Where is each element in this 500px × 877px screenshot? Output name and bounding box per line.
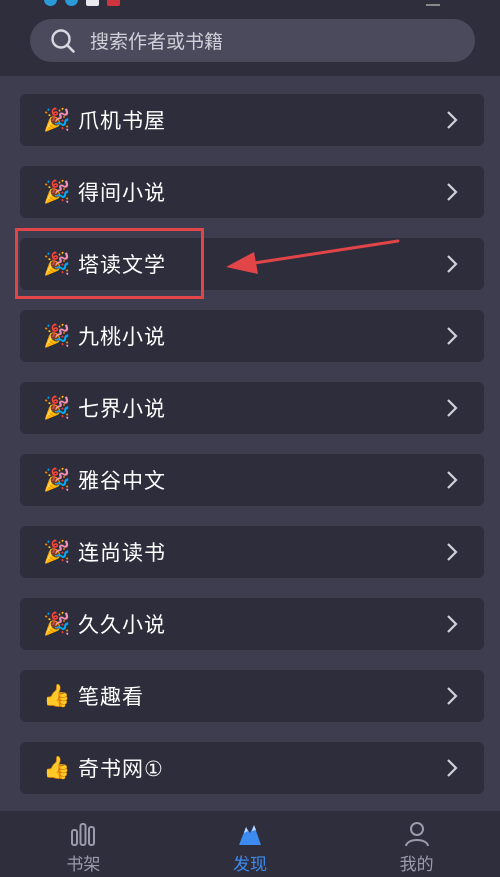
status-icon [86,0,99,6]
chevron-right-icon [447,399,458,417]
thumbs-up-icon: 👍 [43,755,71,781]
chevron-right-icon [447,543,458,561]
bookshelf-icon [71,823,96,846]
nav-label: 发现 [233,855,267,875]
source-item[interactable]: 🎉 久久小说 [20,598,484,650]
source-label: 九桃小说 [78,325,166,349]
party-popper-icon: 🎉 [43,611,71,637]
party-popper-icon: 🎉 [43,539,71,565]
source-label: 奇书网① [78,757,164,781]
chevron-right-icon [447,255,458,273]
party-popper-icon: 🎉 [43,467,71,493]
bottom-nav: 书架 发现 我的 [0,811,500,877]
party-popper-icon: 🎉 [43,395,71,421]
status-icon [107,0,120,6]
source-item[interactable]: 🎉 得间小说 [20,166,484,218]
party-popper-icon: 🎉 [43,323,71,349]
nav-bookshelf[interactable]: 书架 [0,811,167,877]
source-label: 连尚读书 [78,541,166,565]
chevron-right-icon [447,471,458,489]
source-item[interactable]: 👍 笔趣看 [20,670,484,722]
chevron-right-icon [447,111,458,129]
status-indicator [426,0,440,6]
nav-label: 书架 [66,855,101,875]
chevron-right-icon [447,183,458,201]
source-item[interactable]: 🎉 雅谷中文 [20,454,484,506]
source-item[interactable]: 👍 奇书网① [20,742,484,794]
source-item[interactable]: 🎉 爪机书屋 [20,94,484,146]
nav-discover[interactable]: 发现 [167,811,334,877]
party-popper-icon: 🎉 [43,107,71,133]
thumbs-up-icon: 👍 [43,683,71,709]
source-item[interactable]: 🎉 七界小说 [20,382,484,434]
source-label: 雅谷中文 [78,469,166,493]
party-popper-icon: 🎉 [43,179,71,205]
status-bar-icons [44,0,120,6]
chevron-right-icon [447,759,458,777]
source-list: 🎉 爪机书屋 🎉 得间小说 🎉 塔读文学 🎉 九桃小说 🎉 七界小说 🎉 雅谷中… [20,94,484,814]
source-label: 得间小说 [78,181,166,205]
source-item[interactable]: 🎉 连尚读书 [20,526,484,578]
status-icon [44,0,57,6]
chevron-right-icon [447,327,458,345]
source-item[interactable]: 🎉 九桃小说 [20,310,484,362]
search-bar[interactable]: 搜索作者或书籍 [30,19,475,62]
profile-icon [404,822,429,847]
highlight-box [15,228,204,299]
source-label: 七界小说 [78,397,166,421]
top-bar: 搜索作者或书籍 [0,0,500,76]
source-label: 笔趣看 [78,685,144,709]
status-icon [65,0,78,6]
chevron-right-icon [447,615,458,633]
nav-label: 我的 [399,855,434,875]
nav-profile[interactable]: 我的 [333,811,500,877]
source-label: 爪机书屋 [78,109,166,133]
search-placeholder: 搜索作者或书籍 [90,31,224,53]
chevron-right-icon [447,687,458,705]
source-label: 久久小说 [78,613,166,637]
search-icon [51,28,75,53]
discover-icon [239,825,261,845]
